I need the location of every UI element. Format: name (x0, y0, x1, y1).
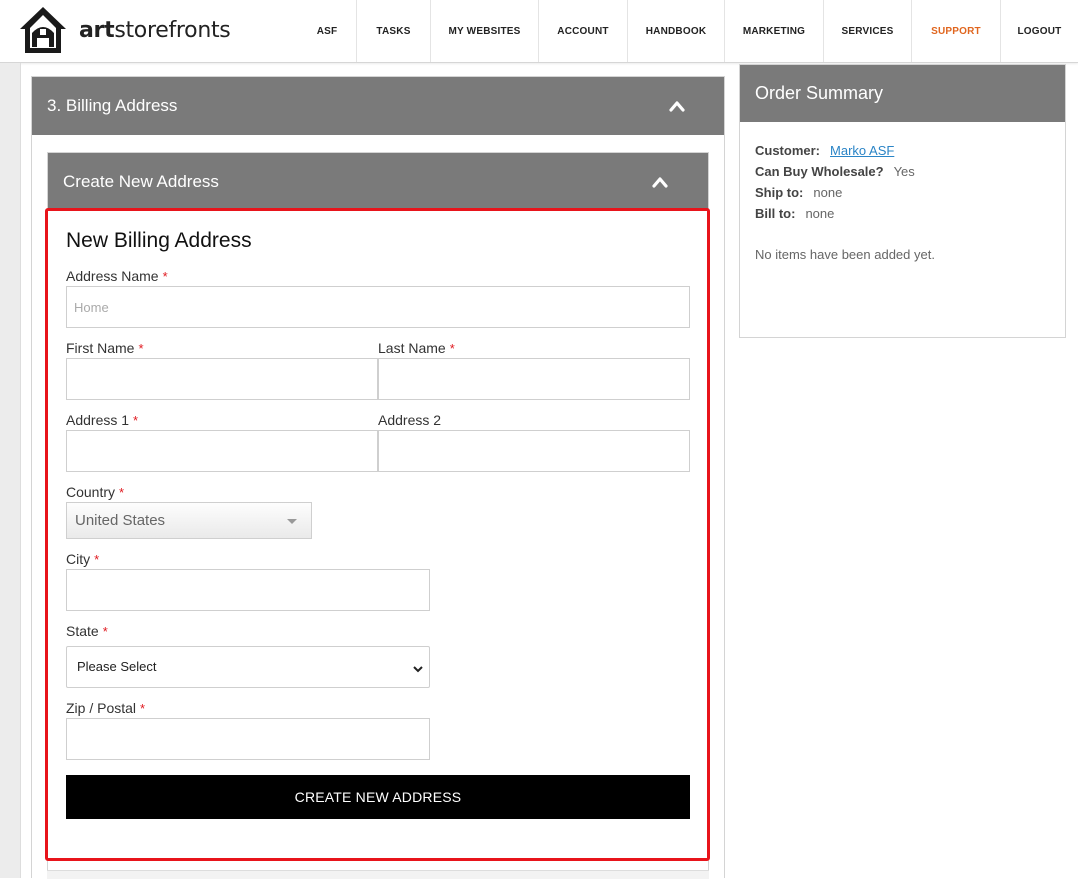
customer-row: Customer: Marko ASF (755, 143, 895, 158)
nav-item-handbook[interactable]: HANDBOOK (627, 0, 724, 62)
chevron-up-icon[interactable] (669, 100, 685, 114)
order-summary-title: Order Summary (755, 83, 884, 103)
nav-item-marketing[interactable]: MARKETING (724, 0, 823, 62)
top-navigation-bar: artstorefronts ASF TASKS MY WEBSITES ACC… (0, 0, 1078, 63)
create-new-address-header[interactable]: Create New Address (48, 153, 708, 211)
nav-item-support[interactable]: SUPPORT (911, 0, 1000, 62)
create-new-address-title: Create New Address (63, 172, 219, 191)
customer-link[interactable]: Marko ASF (830, 143, 894, 158)
brand-logo[interactable]: artstorefronts (18, 5, 231, 55)
ship-to-row: Ship to: none (755, 185, 843, 200)
nav-item-logout[interactable]: LOGOUT (1000, 0, 1078, 62)
brand-name: artstorefronts (79, 17, 231, 43)
nav-item-tasks[interactable]: TASKS (356, 0, 430, 62)
billing-address-title: 3. Billing Address (47, 96, 178, 115)
house-logo-icon (20, 7, 66, 53)
empty-cart-message: No items have been added yet. (755, 247, 935, 262)
bill-to-row: Bill to: none (755, 206, 835, 221)
chevron-up-icon[interactable] (652, 176, 668, 190)
wholesale-row: Can Buy Wholesale? Yes (755, 164, 915, 179)
left-gutter (0, 63, 21, 878)
nav-item-asf[interactable]: ASF (298, 0, 356, 62)
nav-item-services[interactable]: SERVICES (823, 0, 911, 62)
billing-address-header[interactable]: 3. Billing Address (32, 77, 724, 135)
highlight-box (45, 208, 710, 861)
order-summary-panel: Order Summary Customer: Marko ASF Can Buy… (739, 64, 1066, 338)
order-summary-header: Order Summary (740, 65, 1065, 122)
nav-item-account[interactable]: ACCOUNT (538, 0, 627, 62)
main-nav: ASF TASKS MY WEBSITES ACCOUNT HANDBOOK M… (298, 0, 1078, 62)
nav-item-my-websites[interactable]: MY WEBSITES (430, 0, 538, 62)
